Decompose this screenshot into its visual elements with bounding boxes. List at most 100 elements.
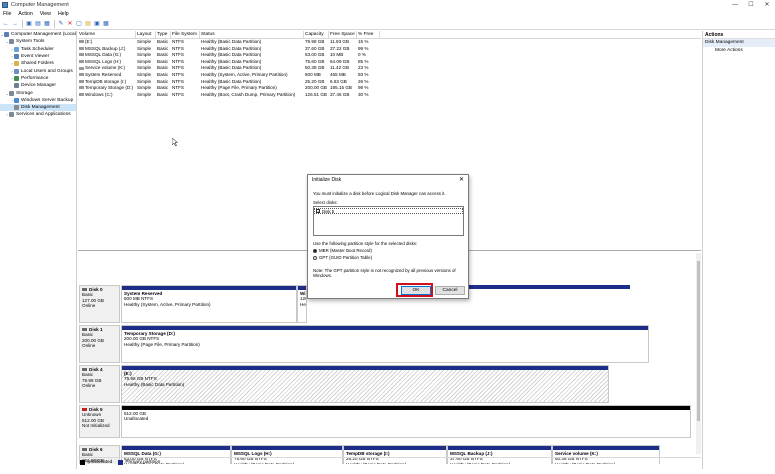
table-row[interactable]: TempDB storage (I:) Simple Basic NTFS Health…: [78, 79, 701, 86]
view-icon[interactable]: ▦: [102, 20, 110, 28]
tree-item-label: Shared Folders: [21, 61, 54, 67]
tree-node-icon: [14, 105, 19, 111]
tree-item[interactable]: ⌄ Computer Management (Local: [0, 31, 76, 38]
column-header-type[interactable]: Type: [156, 31, 171, 38]
disk-list-item[interactable]: ✓ Disk 5: [314, 208, 463, 214]
partition-block[interactable]: Wi 126 He: [297, 285, 307, 323]
table-cell: Basic: [157, 85, 169, 91]
tree-node-icon: [14, 68, 19, 74]
menu-file[interactable]: File: [3, 11, 11, 17]
column-header-file-system[interactable]: File System: [171, 31, 200, 38]
table-cell: Basic: [157, 71, 169, 77]
volume-list-header: Volume Layout Type File System Status Ca…: [78, 31, 701, 39]
close-button[interactable]: ✕: [759, 0, 775, 10]
tree-item[interactable]: › Task Scheduler: [0, 46, 76, 53]
table-cell: System Reserved: [78, 72, 136, 79]
table-cell: Simple: [137, 65, 152, 71]
disk-checkbox[interactable]: ✓: [316, 209, 320, 214]
column-header-free-space[interactable]: Free Space: [329, 31, 357, 38]
dialog-title: Initialize Disk: [312, 177, 342, 183]
table-row[interactable]: MSSQL Backup (J:) Simple Basic NTFS Healthy …: [78, 46, 701, 53]
scrollbar-thumb[interactable]: [697, 261, 700, 421]
partition-block[interactable]: System Reserved 500 MB NTFS Healthy (Syste…: [121, 285, 297, 323]
table-row[interactable]: System Reserved Simple Basic NTFS Healthy (S…: [78, 72, 701, 79]
disk-row: Disk 1 Basic 200.00 GB Online Temporary Stor…: [79, 325, 694, 363]
column-header-capacity[interactable]: Capacity: [304, 31, 329, 38]
maximize-button[interactable]: ☐: [743, 0, 759, 10]
column-header-layout[interactable]: Layout: [136, 31, 156, 38]
mbr-option[interactable]: MBR (Master Boot Record): [313, 248, 372, 253]
navigation-tree: ⌄ Computer Management (Local ⌄ System Tools…: [0, 31, 77, 469]
tree-node-icon: [14, 61, 19, 67]
table-cell: 99 %: [358, 45, 369, 51]
minimize-button[interactable]: —: [727, 0, 743, 10]
table-cell: MSSQL Data (G:): [78, 52, 136, 59]
column-header-status[interactable]: Status: [200, 31, 304, 38]
export-icon[interactable]: ▢: [75, 20, 83, 28]
table-cell: Healthy (Basic Data Partition): [201, 45, 262, 51]
tree-item[interactable]: › Shared Folders: [0, 60, 76, 67]
open-folder-icon[interactable]: ▤: [84, 20, 92, 28]
table-cell: 85 %: [358, 58, 369, 64]
tree-node-icon: [4, 32, 9, 38]
table-cell: 500 MB: [305, 71, 321, 77]
table-cell: NTFS: [172, 71, 184, 77]
table-row[interactable]: MSSQL Logs (H:) Simple Basic NTFS Healthy (B…: [78, 59, 701, 66]
table-cell: 6.63 GB: [330, 78, 347, 84]
disk-label[interactable]: Disk 5 Unknown 512.00 GB Not Initialized: [79, 405, 120, 438]
volume-icon: [79, 93, 84, 97]
menu-action[interactable]: Action: [18, 11, 32, 17]
partition-text: Wi 126 He: [298, 290, 306, 308]
partition-status: Healthy (Basic Data Partition): [124, 381, 185, 387]
tree-item[interactable]: › Windows Server Backup: [0, 97, 76, 104]
disk-label[interactable]: Disk 4 Basic 79.98 GB Online: [79, 365, 120, 403]
table-cell: 15 %: [358, 39, 369, 44]
partition-block[interactable]: (E:) 79.98 GB NTFS Healthy (Basic Data Par…: [121, 365, 609, 403]
table-row[interactable]: Temporary Storage (D:) Simple Basic NTFS Hea…: [78, 85, 701, 92]
table-cell: Healthy (Boot, Crash Dump, Primary Parti…: [201, 91, 296, 97]
actions-section-disk-management[interactable]: Disk Management: [703, 39, 775, 47]
vertical-scrollbar[interactable]: [696, 253, 701, 454]
table-row[interactable]: Service volume (K:) Simple Basic NTFS Health…: [78, 65, 701, 72]
partition-block[interactable]: 512.00 GB Unallocated: [121, 405, 691, 438]
search-icon[interactable]: ▣: [93, 20, 101, 28]
tree-item[interactable]: › Services and Applications: [0, 111, 76, 118]
table-row[interactable]: Windows (C:) Simple Basic NTFS Healthy (Boot…: [78, 92, 701, 99]
menu-help[interactable]: Help: [58, 11, 69, 17]
properties-icon[interactable]: ▤: [34, 20, 42, 28]
disk-listbox[interactable]: ✓ Disk 5: [313, 206, 464, 236]
menu-view[interactable]: View: [40, 11, 51, 17]
table-row[interactable]: (E:) Simple Basic NTFS Healthy (Basic Data P…: [78, 39, 701, 46]
tree-item[interactable]: › Local Users and Groups: [0, 67, 76, 74]
mbr-radio[interactable]: [313, 248, 317, 253]
list-icon[interactable]: ▦: [43, 20, 51, 28]
table-row[interactable]: MSSQL Data (G:) Simple Basic NTFS Healthy (B…: [78, 52, 701, 59]
table-cell: NTFS: [172, 78, 184, 84]
delete-icon[interactable]: ✕: [66, 20, 74, 28]
tree-item[interactable]: › Performance: [0, 75, 76, 82]
column-header-volume[interactable]: Volume: [78, 31, 136, 38]
initialize-disk-dialog: Initialize Disk ✕ You must initialize a …: [307, 174, 469, 299]
column-header-percent-free[interactable]: % Free: [357, 31, 380, 38]
volume-name: (E:): [85, 39, 93, 44]
table-cell: Healthy (Basic Data Partition): [201, 58, 262, 64]
gpt-option[interactable]: GPT (GUID Partition Table): [313, 255, 372, 260]
partition-title: Service volume (K:): [555, 451, 598, 456]
tree-item-label: Storage: [16, 90, 33, 96]
forward-arrow-icon[interactable]: →: [11, 20, 19, 28]
dialog-close-icon[interactable]: ✕: [459, 175, 464, 185]
show-hide-tree-icon[interactable]: ▣: [25, 20, 33, 28]
gpt-radio[interactable]: [313, 255, 317, 260]
more-actions-link[interactable]: More Actions: [703, 47, 775, 55]
cancel-button[interactable]: Cancel: [435, 286, 465, 295]
tree-item[interactable]: Disk Management: [0, 103, 76, 112]
tree-item[interactable]: ⌄ Storage: [0, 89, 76, 96]
disk-label[interactable]: Disk 1 Basic 200.00 GB Online: [79, 325, 120, 363]
back-arrow-icon[interactable]: ←: [2, 20, 10, 28]
tree-item[interactable]: Device Manager: [0, 82, 76, 89]
tree-item[interactable]: ⌄ System Tools: [0, 38, 76, 45]
partition-block[interactable]: Temporary Storage (D:) 200.00 GB NTFS Heal…: [121, 325, 649, 363]
tree-item[interactable]: › Event Viewer: [0, 53, 76, 60]
disk-label[interactable]: Disk 0 Basic 127.00 GB Online: [79, 285, 120, 323]
edit-icon[interactable]: ✎: [57, 20, 65, 28]
